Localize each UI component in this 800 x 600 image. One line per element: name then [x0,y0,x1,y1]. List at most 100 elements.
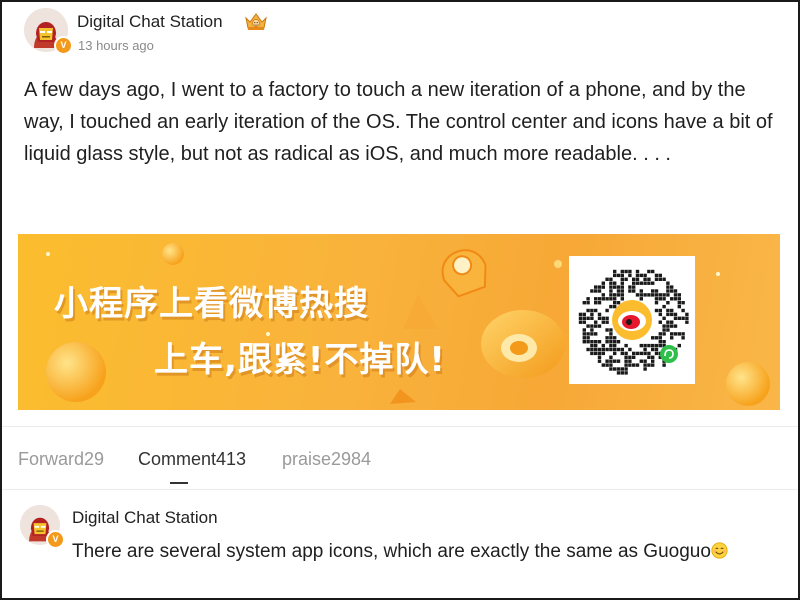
tab-comment[interactable]: Comment413 [138,449,246,470]
qr-module [594,289,598,293]
qr-module [620,293,624,297]
qr-module [662,293,666,297]
qr-module [616,293,621,297]
qr-module [647,355,651,359]
qr-module [616,273,621,278]
qr-module [639,297,643,301]
qr-module [601,347,605,352]
qr-module [597,301,602,305]
qr-module [643,359,647,363]
qr-module [620,273,624,278]
qr-module [590,316,594,320]
qr-module [647,293,651,297]
qr-module [620,289,624,293]
qr-module [590,328,594,332]
qr-module [613,304,617,309]
tab-praise[interactable]: praise2984 [282,449,371,470]
qr-module [677,332,681,336]
qr-module [616,359,621,363]
qr-module [647,343,651,348]
qr-module [654,293,659,297]
qr-module [609,332,613,336]
qr-module [594,297,598,301]
qr-module [654,301,659,305]
qr-module [609,347,613,352]
post-action-tabs: Forward29 Comment413 praise2984 [18,449,788,489]
qr-module [673,316,678,320]
qr-module [613,351,617,356]
qr-module [628,273,632,278]
qr-module [666,308,670,313]
qr-module [590,343,594,348]
qr-module [666,301,670,305]
tab-forward[interactable]: Forward29 [18,449,104,470]
qr-module [597,355,602,359]
qr-module [662,297,666,301]
qr-logo-part [626,319,632,325]
qr-module [605,316,609,320]
qr-module [654,336,659,340]
qr-module [628,285,632,289]
qr-module [658,293,662,297]
qr-module [586,347,590,352]
qr-module [639,289,643,293]
qr-module [609,367,613,371]
qr-module [613,343,617,348]
comment-text: There are several system app icons, whic… [72,538,772,566]
qr-module [651,269,655,274]
qr-module [620,285,624,289]
qr-module [597,324,602,328]
qr-module [662,363,666,367]
qr-module [613,340,617,344]
qr-module [643,277,647,281]
qr-module [654,297,659,301]
author-name[interactable]: Digital Chat Station [77,12,223,32]
qr-module [590,351,594,356]
qr-module [658,308,662,313]
qr-module [613,301,617,305]
qr-module [666,285,670,289]
qr-module [624,269,628,274]
qr-module [609,293,613,297]
qr-module [609,297,613,301]
qr-module [670,289,674,293]
qr-module [643,363,647,367]
qr-module [635,277,640,281]
comment-author-name[interactable]: Digital Chat Station [72,508,218,528]
qr-module [582,332,586,336]
qr-module [681,301,685,305]
qr-module [658,273,662,278]
qr-module [605,328,609,332]
qr-module [605,363,609,367]
banner-subheadline: 上车,跟紧!不掉队! [154,340,446,380]
qr-module [594,332,598,336]
qr-module [594,351,598,356]
qr-module [643,347,647,352]
qr-module [582,340,586,344]
qr-module [609,359,613,363]
qr-module [651,359,655,363]
qr-module [590,332,594,336]
qr-module [673,312,678,317]
mini-program-icon [660,345,678,363]
qr-module [605,297,609,301]
qr-module [613,285,617,289]
qr-module [658,340,662,344]
post-body-text: A few days ago, I went to a factory to t… [24,79,773,165]
qr-module [582,336,586,340]
qr-module [658,320,662,324]
mini-program-qr-code[interactable] [569,256,695,384]
qr-module [658,332,662,336]
qr-module [662,340,666,344]
qr-module [624,343,628,348]
qr-module [635,293,640,297]
qr-module [609,336,613,340]
qr-module [624,359,628,363]
qr-module [651,281,655,285]
mini-program-banner[interactable]: 小程序上看微博热搜 上车,跟紧!不掉队! [18,234,780,410]
qr-module [605,359,609,363]
qr-module [624,351,628,356]
qr-module [651,347,655,352]
qr-module [597,351,602,356]
qr-module [597,285,602,289]
